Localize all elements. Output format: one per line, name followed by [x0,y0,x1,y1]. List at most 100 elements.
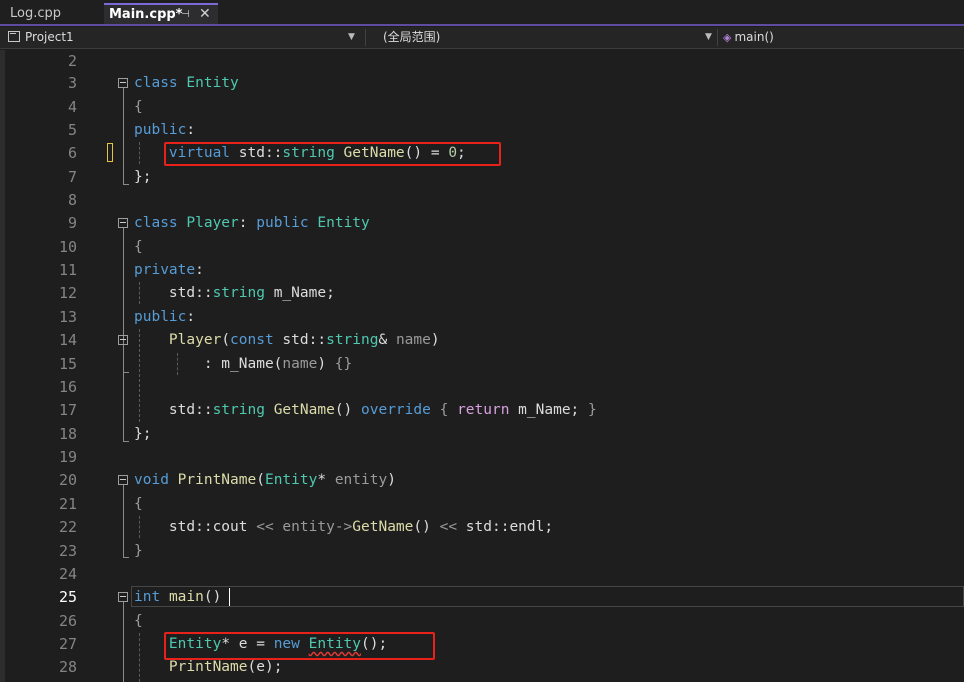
line-number: 5 [67,121,77,139]
line-number: 19 [58,448,77,466]
line-number: 10 [58,238,77,256]
cube-icon: ◈ [723,31,732,44]
line-number: 28 [58,658,77,676]
line-number: 13 [58,308,77,326]
code-text: private: [134,262,204,278]
project-icon [8,31,20,42]
outline-end [123,441,129,442]
code-text: }; [134,426,152,442]
outline-end [123,372,129,373]
collapse-icon[interactable] [118,335,128,345]
code-text: class Entity [134,75,239,91]
code-line: 28 PrintName(e); [0,656,964,679]
indent-guide [139,142,140,164]
code-text: std::cout << entity->GetName() << std::e… [134,519,554,535]
code-text: std::string m_Name; [134,285,335,301]
outline-end [123,184,129,185]
code-line: 2 [0,50,964,73]
line-number: 22 [58,518,77,536]
highlight-box-pure-virtual [164,142,501,166]
code-text: { [134,496,143,512]
line-number: 8 [67,191,77,209]
tab-label: Main.cpp* [109,7,183,22]
tab-log-cpp[interactable]: Log.cpp [10,4,61,24]
current-line-highlight [131,586,964,607]
code-line: 19 [0,446,964,469]
close-icon[interactable]: ✕ [199,4,211,24]
code-line: 5 public: [0,119,964,142]
code-text: }; [134,169,152,185]
code-line: 13 public: [0,306,964,329]
code-line: 16 [0,376,964,399]
code-text: Player(const std::string& name) [168,332,440,348]
chevron-down-icon[interactable]: ▼ [348,27,355,48]
outline-line [123,602,124,682]
line-number: 25 [58,588,77,606]
code-line: 17 std::string GetName() override { retu… [0,399,964,422]
chevron-down-icon[interactable]: ▼ [705,27,712,48]
line-number: 15 [58,355,77,373]
code-line: 12 std::string m_Name; [0,282,964,305]
code-line: 10 { [0,236,964,259]
collapse-icon[interactable] [118,78,128,88]
code-text: std::string GetName() override { return … [134,402,597,418]
line-number: 6 [67,144,77,162]
line-number: 14 [58,331,77,349]
outline-line [123,88,124,185]
code-text: { [134,613,143,629]
pin-icon[interactable]: ⊣ [181,5,190,25]
line-number: 18 [58,425,77,443]
code-text: } [134,543,143,559]
outline-end [123,557,129,558]
text-caret [229,588,230,606]
outline-line [123,485,124,558]
line-number: 24 [58,565,77,583]
code-line: 24 [0,563,964,586]
line-number: 11 [58,261,77,279]
code-line: 27 Entity* e = new Entity(); [0,633,964,656]
line-number: 12 [58,284,77,302]
code-line: 8 [0,189,964,212]
collapse-icon[interactable] [118,475,128,485]
project-dropdown[interactable]: Project1 [8,27,74,48]
collapse-icon[interactable] [118,592,128,602]
divider [365,29,366,46]
line-number: 23 [58,542,77,560]
change-marker [107,143,113,162]
code-text: public: [134,122,196,138]
tab-bar: Log.cpp Main.cpp* ⊣ ✕ [0,0,964,26]
code-text: void PrintName(Entity* entity) [134,472,396,488]
navigation-bar: Project1 ▼ (全局范围) ▼ ◈ main() [0,27,964,49]
line-number: 27 [58,635,77,653]
member-label: main() [734,30,774,44]
code-text: { [134,99,143,115]
line-number: 26 [58,612,77,630]
code-line: 23 } [0,540,964,563]
line-number: 17 [58,401,77,419]
indent-guide [139,329,140,422]
highlight-box-new-entity [164,632,435,660]
code-text: public: [134,309,196,325]
code-text: { [134,239,143,255]
indent-guide [139,633,140,682]
line-number: 20 [58,471,77,489]
line-number: 2 [67,52,77,70]
code-line: 4 { [0,96,964,119]
code-line: 11 private: [0,259,964,282]
code-line: 20 void PrintName(Entity* entity) [0,469,964,492]
code-line: 21 { [0,493,964,516]
indent-guide [177,353,178,375]
code-line: 15 : m_Name(name) {} [0,353,964,376]
member-dropdown[interactable]: ◈ main() [723,27,774,48]
scope-dropdown[interactable]: (全局范围) [383,27,440,48]
divider [717,29,718,46]
code-line: 22 std::cout << entity->GetName() << std… [0,516,964,539]
project-label: Project1 [25,30,74,44]
code-line: 18 }; [0,423,964,446]
indent-guide [139,516,140,538]
tab-main-cpp[interactable]: Main.cpp* ⊣ ✕ [104,3,218,24]
collapse-icon[interactable] [118,218,128,228]
line-number: 3 [67,74,77,92]
code-line: 7 }; [0,166,964,189]
code-line: 9 class Player: public Entity [0,212,964,235]
